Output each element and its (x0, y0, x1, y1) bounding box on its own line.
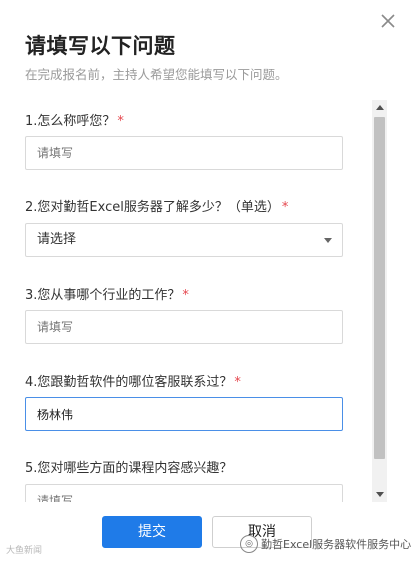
dialog-title: 请填写以下问题 (25, 34, 176, 58)
watermark-right: ◎ 勤哲Excel服务器软件服务中心 (240, 535, 411, 553)
select-value: 请选择 (37, 232, 77, 247)
required-mark: * (234, 375, 241, 390)
required-mark: * (117, 114, 124, 129)
watermark-left-text: 大鱼新闻 (6, 546, 43, 556)
caret-down-icon (324, 238, 332, 243)
close-icon[interactable] (381, 14, 401, 34)
question-3-input[interactable] (25, 310, 343, 344)
question-3-label: 3.您从事哪个行业的工作？ * (25, 288, 189, 303)
wechat-logo-icon: ◎ (240, 535, 258, 553)
required-mark: * (182, 288, 189, 303)
scrollbar-thumb[interactable] (374, 117, 385, 459)
question-2-label: 2.您对勤哲Excel服务器了解多少？（单选） * (25, 200, 289, 215)
vertical-scrollbar[interactable] (372, 100, 387, 502)
scroll-up-arrow-icon[interactable] (376, 105, 384, 110)
scroll-down-arrow-icon[interactable] (376, 492, 384, 497)
question-1-label: 1.怎么称呼您？ * (25, 114, 124, 129)
required-mark: * (281, 200, 289, 215)
submit-button[interactable]: 提交 (102, 516, 202, 548)
question-2-select[interactable]: 请选择 (25, 223, 343, 257)
questions-scroll-area[interactable]: 1.怎么称呼您？* 2.您对勤哲Excel服务器了解多少？（单选）* 请选择 3… (0, 100, 372, 502)
question-5-label: 5.您对哪些方面的课程内容感兴趣？ (25, 461, 233, 476)
dialog-subtitle: 在完成报名前，主持人希望您能填写以下问题。 (25, 67, 288, 82)
question-4-label: 4.您跟勤哲软件的哪位客服联系过？ * (25, 375, 241, 390)
question-4-input[interactable] (25, 397, 343, 431)
watermark-right-text: 勤哲Excel服务器软件服务中心 (261, 538, 412, 551)
question-5-input[interactable] (25, 484, 343, 502)
watermark-left: 大鱼新闻 (6, 543, 42, 556)
question-1-input[interactable] (25, 136, 343, 170)
